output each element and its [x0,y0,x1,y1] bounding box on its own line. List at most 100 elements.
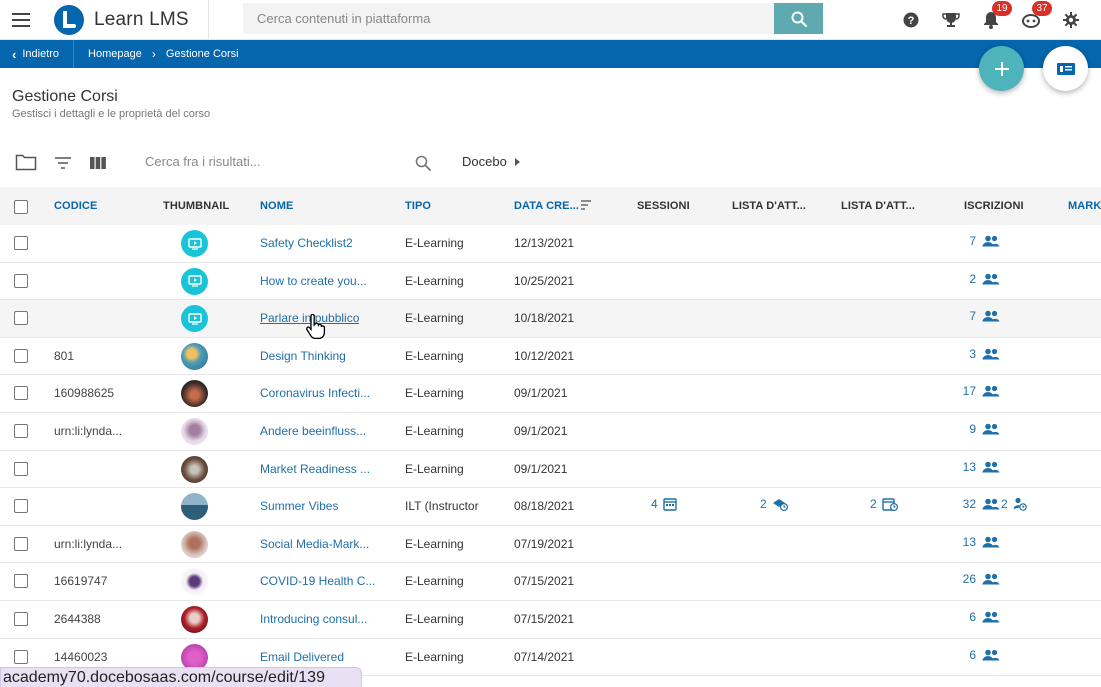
notifications-button[interactable]: 19 [971,0,1012,40]
sort-icon[interactable] [580,199,592,211]
enrollments-cell[interactable]: 9 [940,422,1000,436]
table-row[interactable]: Summer Vibes ILT (Instructor 08/18/2021 4 2 2… [0,488,1101,526]
table-row[interactable]: 2644388 Introducing consul... E-Learning 07… [0,601,1101,639]
brand[interactable]: Learn LMS [42,0,209,40]
course-code: urn:li:lynda... [54,423,123,438]
table-row[interactable]: Market Readiness ... E-Learning 09/1/2021 1… [0,451,1101,489]
course-date: 12/13/2021 [514,236,575,250]
course-name-link[interactable]: Summer Vibes [260,499,338,513]
columns-button[interactable] [89,156,107,170]
course-name-link[interactable]: Market Readiness ... [260,462,370,476]
table-row[interactable]: urn:li:lynda... Social Media-Mark... E-Lea… [0,526,1101,564]
messages-button[interactable]: 37 [1011,0,1052,40]
menu-icon[interactable] [0,0,42,40]
select-all-checkbox[interactable] [14,200,28,214]
search-button[interactable] [774,3,823,34]
column-header-code[interactable]: CODICE [54,200,97,212]
users-icon [982,235,1000,247]
branch-selector[interactable]: Docebo [462,154,520,169]
course-type: E-Learning [405,461,464,476]
global-search [243,3,823,34]
enrollments-cell[interactable]: 6 [940,648,1000,662]
play-screen-icon [187,275,202,287]
catalog-button[interactable] [1043,46,1088,91]
row-checkbox[interactable] [14,611,28,626]
help-button[interactable]: ? [891,0,931,40]
table-row[interactable]: urn:li:lynda... Andere beeinfluss... E-Lea… [0,413,1101,451]
enrollments-cell[interactable]: 13 [940,460,1000,474]
row-checkbox[interactable] [14,311,28,326]
add-course-button[interactable] [979,46,1024,91]
row-checkbox[interactable] [14,236,28,250]
table-row[interactable]: 801 Design Thinking E-Learning 10/12/2021 3 [0,338,1101,376]
table-row[interactable]: 160988625 Coronavirus Infecti... E-Learnin… [0,375,1101,413]
course-name-link[interactable]: Social Media-Mark... [260,537,369,551]
course-date: 09/1/2021 [514,423,568,438]
enrollments-cell[interactable]: 3 [940,347,1000,361]
calendar-icon [662,498,677,511]
row-checkbox[interactable] [14,649,28,664]
row-checkbox[interactable] [14,574,28,589]
table-row[interactable]: How to create you... E-Learning 10/25/2021… [0,263,1101,301]
enrollments-cell[interactable]: 26 [940,572,1000,586]
course-name-link[interactable]: COVID-19 Health C... [260,574,375,588]
course-name-link[interactable]: How to create you... [260,274,367,288]
course-name-link[interactable]: Design Thinking [260,349,346,363]
help-icon: ? [903,12,919,28]
waitlist-cell-1[interactable]: 2 [760,497,788,511]
row-checkbox[interactable] [14,273,28,288]
row-checkbox[interactable] [14,423,28,438]
column-header-mark[interactable]: MARK [1068,200,1101,212]
filter-button[interactable] [54,156,72,170]
global-search-input[interactable] [243,3,774,34]
table-row[interactable]: 16619747 COVID-19 Health C... E-Learning 07… [0,563,1101,601]
course-name-link[interactable]: Coronavirus Infecti... [260,386,370,400]
sessions-cell[interactable]: 4 [651,497,677,511]
enrollments-count: 6 [969,647,976,662]
enrollments-cell[interactable]: 2 [940,272,1000,286]
enrollments-cell[interactable]: 6 [940,610,1000,624]
play-screen-icon [187,237,202,250]
enrollments-count: 32 [962,497,976,512]
back-button[interactable]: ‹ Indietro [0,40,75,68]
course-name-link[interactable]: Safety Checklist2 [260,236,353,250]
waitlist-count-2: 2 [870,497,877,512]
waitlist-cell-2[interactable]: 2 [870,497,898,511]
column-header-type[interactable]: TIPO [405,200,431,212]
course-name-link[interactable]: Andere beeinfluss... [260,424,366,438]
course-thumbnail [181,568,208,596]
users-icon [982,386,1000,397]
breadcrumb-homepage[interactable]: Homepage [88,48,142,60]
course-date: 07/15/2021 [514,611,575,626]
row-checkbox[interactable] [14,386,28,401]
table-row[interactable]: Safety Checklist2 E-Learning 12/13/2021 7 [0,225,1101,263]
settings-button[interactable] [1051,0,1091,40]
table-row[interactable]: Parlare in pubblico E-Learning 10/18/2021 7 [0,300,1101,338]
results-search-input[interactable] [145,154,395,169]
row-checkbox[interactable] [14,536,28,551]
enrollments-cell[interactable]: 32 [940,497,1000,511]
course-name-link[interactable]: Introducing consul... [260,612,367,626]
row-checkbox[interactable] [14,348,28,363]
column-header-date[interactable]: DATA CRE... [514,200,579,212]
enrollments-cell[interactable]: 17 [940,384,1000,398]
users-icon [982,310,1000,322]
enrollments-cell[interactable]: 13 [940,535,1000,549]
row-checkbox[interactable] [14,461,28,476]
enrollments-count: 17 [962,384,976,399]
gear-icon [1063,12,1079,28]
trophy-button[interactable] [931,0,971,40]
enrollments-cell[interactable]: 7 [940,309,1000,323]
folder-button[interactable] [15,153,37,171]
column-header-name[interactable]: NOME [260,200,293,212]
enrollments-count: 2 [969,271,976,286]
chevron-right-icon: › [151,47,156,61]
course-name-link[interactable]: Email Delivered [260,650,344,664]
enrollments-cell[interactable]: 7 [940,234,1000,248]
course-thumbnail [181,267,208,295]
row-checkbox[interactable] [14,499,28,514]
results-search-button[interactable] [415,155,431,171]
extra-enrollments-count: 2 [1001,497,1008,512]
page-subtitle: Gestisci i dettagli e le proprietà del c… [12,108,211,120]
extra-enrollments-cell[interactable]: 2 [1001,497,1027,511]
